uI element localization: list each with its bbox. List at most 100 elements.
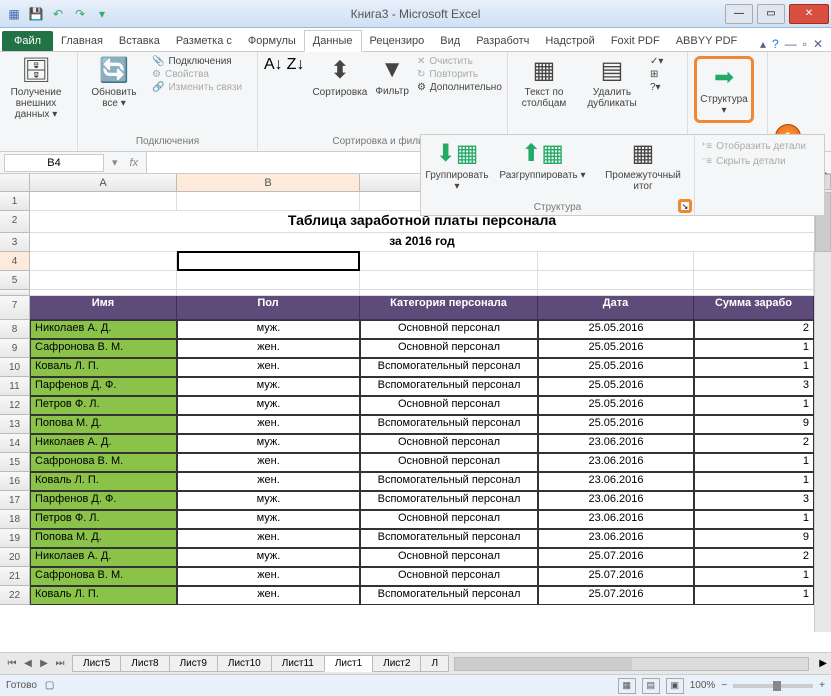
tab-home[interactable]: Главная	[53, 31, 111, 51]
sheet-subtitle[interactable]: за 2016 год	[30, 233, 814, 252]
table-cell[interactable]: Парфенов Д. Ф.	[30, 491, 177, 510]
table-cell[interactable]: 23.06.2016	[538, 510, 694, 529]
zoom-thumb[interactable]	[773, 681, 781, 691]
table-cell[interactable]: 1	[694, 358, 814, 377]
table-cell[interactable]: Петров Ф. Л.	[30, 510, 177, 529]
table-cell[interactable]: 23.06.2016	[538, 529, 694, 548]
table-cell[interactable]: 25.05.2016	[538, 358, 694, 377]
tab-formulas[interactable]: Формулы	[240, 31, 304, 51]
page-break-view-icon[interactable]: ▣	[666, 678, 684, 694]
zoom-level[interactable]: 100%	[690, 680, 716, 691]
table-cell[interactable]: Вспомогательный персонал	[360, 529, 538, 548]
row-header[interactable]: 16	[0, 472, 30, 491]
row-header[interactable]: 17	[0, 491, 30, 510]
table-cell[interactable]: Сафронова В. М.	[30, 453, 177, 472]
table-cell[interactable]: муж.	[177, 510, 360, 529]
row-header[interactable]: 15	[0, 453, 30, 472]
close-button[interactable]: ✕	[789, 4, 829, 24]
table-cell[interactable]: Основной персонал	[360, 510, 538, 529]
table-header[interactable]: Имя	[30, 296, 177, 320]
namebox-dropdown-icon[interactable]: ▾	[108, 156, 122, 169]
table-cell[interactable]: Основной персонал	[360, 434, 538, 453]
table-cell[interactable]: 23.06.2016	[538, 491, 694, 510]
row-header[interactable]: 12	[0, 396, 30, 415]
table-cell[interactable]: 25.07.2016	[538, 567, 694, 586]
table-cell[interactable]: Вспомогательный персонал	[360, 491, 538, 510]
zoom-out-icon[interactable]: −	[721, 680, 727, 691]
table-cell[interactable]: 23.06.2016	[538, 434, 694, 453]
table-cell[interactable]: 23.06.2016	[538, 472, 694, 491]
table-cell[interactable]: 2	[694, 320, 814, 339]
prev-sheet-icon[interactable]: ◀	[20, 658, 36, 669]
tab-insert[interactable]: Вставка	[111, 31, 168, 51]
structure-button[interactable]: ➡Структура ▾	[694, 56, 754, 123]
get-external-data-button[interactable]: 🗄Получение внешних данных ▾	[6, 56, 66, 120]
row-header[interactable]: 14	[0, 434, 30, 453]
table-cell[interactable]: 1	[694, 453, 814, 472]
sheet-tab[interactable]: Л	[420, 655, 449, 672]
table-cell[interactable]: Основной персонал	[360, 567, 538, 586]
tab-data[interactable]: Данные	[304, 30, 362, 52]
table-cell[interactable]: 25.05.2016	[538, 396, 694, 415]
table-cell[interactable]: 1	[694, 472, 814, 491]
row-header[interactable]: 19	[0, 529, 30, 548]
table-cell[interactable]: 9	[694, 529, 814, 548]
text-to-columns-button[interactable]: ▦Текст по столбцам	[514, 56, 574, 109]
table-cell[interactable]: жен.	[177, 358, 360, 377]
name-box[interactable]: B4	[4, 154, 104, 172]
table-cell[interactable]: жен.	[177, 529, 360, 548]
connections-button[interactable]: 📎 Подключения	[152, 56, 242, 67]
advanced-filter-button[interactable]: ⚙ Дополнительно	[417, 82, 502, 93]
row-header[interactable]: 8	[0, 320, 30, 339]
tab-developer[interactable]: Разработч	[468, 31, 537, 51]
next-sheet-icon[interactable]: ▶	[36, 658, 52, 669]
table-cell[interactable]: Николаев А. Д.	[30, 548, 177, 567]
table-cell[interactable]: 25.07.2016	[538, 548, 694, 567]
whatif-icon[interactable]: ?▾	[650, 82, 663, 93]
row-header[interactable]: 10	[0, 358, 30, 377]
table-cell[interactable]: муж.	[177, 320, 360, 339]
table-cell[interactable]: Николаев А. Д.	[30, 320, 177, 339]
table-cell[interactable]: 1	[694, 396, 814, 415]
row-header[interactable]: 7	[0, 296, 30, 320]
column-header-a[interactable]: A	[30, 174, 177, 191]
maximize-button[interactable]: ▭	[757, 4, 785, 24]
table-cell[interactable]: жен.	[177, 472, 360, 491]
table-cell[interactable]: 1	[694, 567, 814, 586]
sheet-tab[interactable]: Лист8	[120, 655, 169, 672]
sheet-tab[interactable]: Лист11	[271, 655, 325, 672]
sort-button[interactable]: ⬍Сортировка	[312, 56, 367, 98]
sheet-tab[interactable]: Лист9	[169, 655, 218, 672]
table-cell[interactable]: 25.07.2016	[538, 586, 694, 605]
table-cell[interactable]: Вспомогательный персонал	[360, 586, 538, 605]
zoom-in-icon[interactable]: +	[819, 680, 825, 691]
doc-restore-icon[interactable]: ▫	[803, 37, 807, 51]
edit-links-button[interactable]: 🔗 Изменить связи	[152, 82, 242, 93]
table-cell[interactable]: муж.	[177, 396, 360, 415]
refresh-all-button[interactable]: 🔄Обновить все ▾	[84, 56, 144, 109]
hide-detail-button[interactable]: ⁻≡ Скрыть детали	[701, 156, 818, 167]
zoom-slider[interactable]	[733, 684, 813, 688]
table-cell[interactable]: Попова М. Д.	[30, 529, 177, 548]
doc-min-icon[interactable]: —	[785, 37, 797, 51]
vertical-scrollbar[interactable]: ▲	[814, 174, 831, 632]
macro-record-icon[interactable]: ▢	[45, 680, 54, 691]
table-header[interactable]: Категория персонала	[360, 296, 538, 320]
subtotal-button[interactable]: ▦Промежуточный итог	[598, 139, 688, 211]
row-header[interactable]: 2	[0, 211, 30, 233]
row-header[interactable]: 1	[0, 192, 30, 211]
doc-close-icon[interactable]: ✕	[813, 37, 823, 51]
table-cell[interactable]: Парфенов Д. Ф.	[30, 377, 177, 396]
save-icon[interactable]: 💾	[26, 4, 46, 24]
first-sheet-icon[interactable]: ⏮	[4, 658, 20, 669]
column-header-b[interactable]: B	[177, 174, 360, 191]
show-detail-button[interactable]: ⁺≡ Отобразить детали	[701, 141, 818, 152]
scroll-right-icon[interactable]: ▶	[815, 658, 831, 669]
row-header[interactable]: 9	[0, 339, 30, 358]
tab-foxit[interactable]: Foxit PDF	[603, 31, 668, 51]
row-header[interactable]: 3	[0, 233, 30, 252]
table-header[interactable]: Пол	[177, 296, 360, 320]
table-cell[interactable]: жен.	[177, 415, 360, 434]
row-header[interactable]: 18	[0, 510, 30, 529]
select-all-corner[interactable]	[0, 174, 30, 191]
